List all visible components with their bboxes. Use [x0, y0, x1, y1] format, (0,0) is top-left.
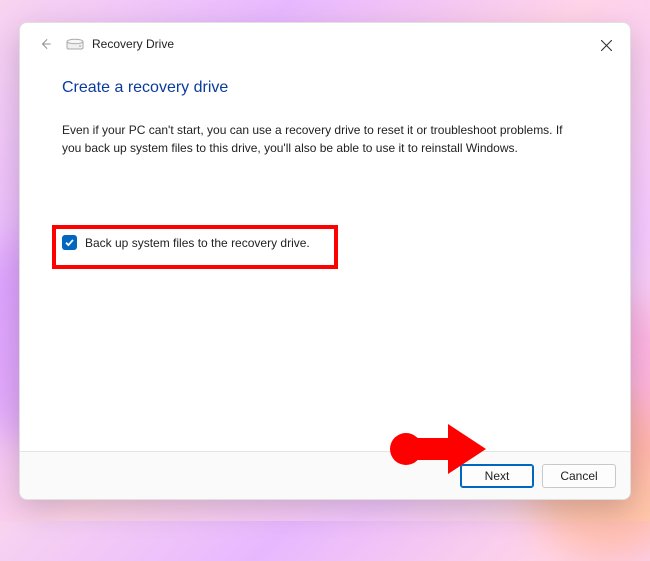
- titlebar: Recovery Drive: [20, 23, 630, 65]
- window-title: Recovery Drive: [92, 37, 174, 51]
- backup-checkbox-row[interactable]: Back up system files to the recovery dri…: [62, 235, 310, 250]
- footer-bar: Next Cancel: [20, 451, 630, 499]
- recovery-drive-window: Recovery Drive Create a recovery drive E…: [19, 22, 631, 500]
- back-arrow-icon[interactable]: [38, 36, 54, 52]
- backup-checkbox-label[interactable]: Back up system files to the recovery dri…: [85, 236, 310, 250]
- next-button[interactable]: Next: [460, 464, 534, 488]
- content-area: Create a recovery drive Even if your PC …: [20, 65, 630, 451]
- page-heading: Create a recovery drive: [62, 79, 588, 97]
- description-text: Even if your PC can't start, you can use…: [62, 121, 582, 157]
- backup-checkbox[interactable]: [62, 235, 77, 250]
- cancel-button[interactable]: Cancel: [542, 464, 616, 488]
- drive-icon: [66, 37, 84, 51]
- close-button[interactable]: [592, 31, 620, 59]
